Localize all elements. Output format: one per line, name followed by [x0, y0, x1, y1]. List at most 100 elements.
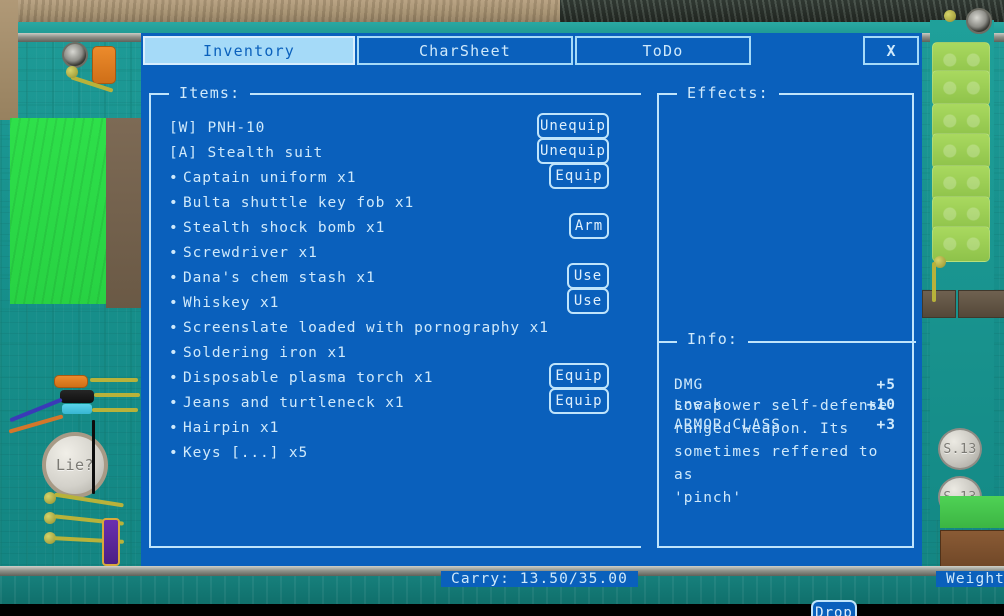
- item-row[interactable]: • Dana's chem stash x1: [169, 265, 569, 290]
- tab-todo[interactable]: ToDo: [575, 36, 751, 65]
- action-button-label: Unequip: [539, 118, 606, 134]
- action-button-label: Use: [573, 268, 603, 284]
- resistor-orange: [54, 375, 88, 388]
- effects-legend: Effects:: [677, 84, 779, 102]
- bullet-icon: •: [169, 219, 179, 236]
- unequip-button[interactable]: Unequip: [537, 138, 609, 164]
- drop-button-label: Drop: [815, 605, 853, 616]
- effect-row: DMG +5: [674, 375, 896, 395]
- resistor-black: [60, 390, 94, 403]
- action-button-label: Unequip: [539, 143, 606, 159]
- item-label: [W] PNH-10: [169, 119, 266, 136]
- resistor-cyan: [62, 404, 92, 414]
- drop-button[interactable]: Drop: [811, 600, 857, 616]
- pad-4: [932, 133, 990, 169]
- coin-component-lie: Lie?: [42, 432, 108, 498]
- items-list: •[W] PNH-10•[A] Stealth suit•Captain uni…: [169, 115, 569, 465]
- item-label: Captain uniform x1: [183, 169, 357, 186]
- screw-top-right: [966, 8, 992, 34]
- equip-button[interactable]: Equip: [549, 388, 609, 414]
- wire-y-3: [92, 408, 138, 412]
- item-row[interactable]: • Jeans and turtleneck x1: [169, 390, 569, 415]
- bullet-icon: •: [169, 319, 179, 336]
- window-body: Items: Effects: Info: •[W] PNH-10•[A] St…: [141, 67, 1004, 616]
- item-weight-status: Weight: 1: [936, 571, 1004, 587]
- item-row[interactable]: • Stealth shock bomb x1: [169, 215, 569, 240]
- item-row[interactable]: •[W] PNH-10: [169, 115, 569, 140]
- item-label: Jeans and turtleneck x1: [183, 394, 405, 411]
- equip-button[interactable]: Equip: [549, 163, 609, 189]
- bullet-icon: •: [169, 169, 179, 186]
- action-button-label: Equip: [555, 368, 603, 384]
- action-button-label: Arm: [574, 218, 604, 234]
- equip-button[interactable]: Equip: [549, 363, 609, 389]
- bullet-icon: •: [169, 294, 179, 311]
- item-row[interactable]: • Screenslate loaded with pornography x1: [169, 315, 569, 340]
- chip-right-1: [922, 290, 956, 318]
- tab-todo-label: ToDo: [642, 41, 684, 60]
- item-label: Hairpin x1: [183, 419, 280, 436]
- solder-dot-1: [66, 66, 78, 78]
- effects-panel: Effects:: [657, 84, 914, 341]
- info-legend: Info:: [677, 330, 749, 348]
- item-label: Screenslate loaded with pornography x1: [183, 319, 549, 336]
- wire-y-2: [94, 393, 140, 397]
- bullet-icon: •: [169, 419, 179, 436]
- item-row[interactable]: •[A] Stealth suit: [169, 140, 569, 165]
- game-screen: Lie? S.13 S.13: [0, 0, 1004, 616]
- item-label: Soldering iron x1: [183, 344, 347, 361]
- item-row[interactable]: • Bulta shuttle key fob x1: [169, 190, 569, 215]
- bullet-icon: •: [169, 394, 179, 411]
- item-label: Keys [...] x5: [183, 444, 309, 461]
- bullet-icon: •: [169, 344, 179, 361]
- tab-inventory[interactable]: Inventory: [143, 36, 355, 65]
- bullet-icon: •: [169, 269, 179, 286]
- dirt-column-left: [0, 0, 18, 120]
- item-row[interactable]: • Keys [...] x5: [169, 440, 569, 465]
- component-lead-1: [92, 420, 95, 494]
- close-button[interactable]: X: [863, 36, 919, 65]
- item-label: Stealth shock bomb x1: [183, 219, 386, 236]
- effect-name: DMG: [674, 377, 704, 393]
- arm-button[interactable]: Arm: [569, 213, 609, 239]
- bullet-icon: •: [169, 244, 179, 261]
- wire-y-1: [90, 378, 138, 382]
- bullet-icon: •: [169, 194, 179, 211]
- item-row[interactable]: • Soldering iron x1: [169, 340, 569, 365]
- item-row[interactable]: • Screwdriver x1: [169, 240, 569, 265]
- action-button-label: Equip: [555, 393, 603, 409]
- carry-weight-status: Carry: 13.50/35.00: [441, 571, 638, 587]
- use-button[interactable]: Use: [567, 288, 609, 314]
- coin-label-lie: Lie?: [55, 456, 95, 474]
- items-legend: Items:: [169, 84, 251, 102]
- tab-bar: Inventory CharSheet ToDo X: [141, 33, 922, 67]
- pad-2: [932, 70, 990, 106]
- tab-inventory-label: Inventory: [202, 41, 296, 60]
- close-icon: X: [886, 41, 896, 60]
- action-button-label: Equip: [555, 168, 603, 184]
- coin-component-s13-top: S.13: [938, 428, 982, 470]
- item-row[interactable]: • Whiskey x1: [169, 290, 569, 315]
- inventory-window: Inventory CharSheet ToDo X Items: Effect…: [141, 33, 1004, 616]
- use-button[interactable]: Use: [567, 263, 609, 289]
- green-pad-left: [10, 118, 106, 304]
- tab-charsheet[interactable]: CharSheet: [357, 36, 573, 65]
- bullet-icon: •: [169, 444, 179, 461]
- item-row[interactable]: • Hairpin x1: [169, 415, 569, 440]
- screw-top-left: [62, 42, 88, 68]
- tab-charsheet-label: CharSheet: [418, 41, 512, 60]
- effect-value: +5: [876, 377, 896, 393]
- chip-right-2: [958, 290, 1004, 318]
- item-label: Whiskey x1: [183, 294, 280, 311]
- capacitor-purple: [102, 518, 120, 566]
- bullet-icon: •: [169, 369, 179, 386]
- item-label: Dana's chem stash x1: [183, 269, 376, 286]
- brown-column-left: [106, 118, 146, 308]
- wire-y-7: [932, 262, 936, 302]
- item-label: Screwdriver x1: [183, 244, 318, 261]
- unequip-button[interactable]: Unequip: [537, 113, 609, 139]
- action-button-label: Use: [573, 293, 603, 309]
- item-row[interactable]: • Captain uniform x1: [169, 165, 569, 190]
- item-row[interactable]: • Disposable plasma torch x1: [169, 365, 569, 390]
- coin-label-s13-top: S.13: [943, 441, 977, 457]
